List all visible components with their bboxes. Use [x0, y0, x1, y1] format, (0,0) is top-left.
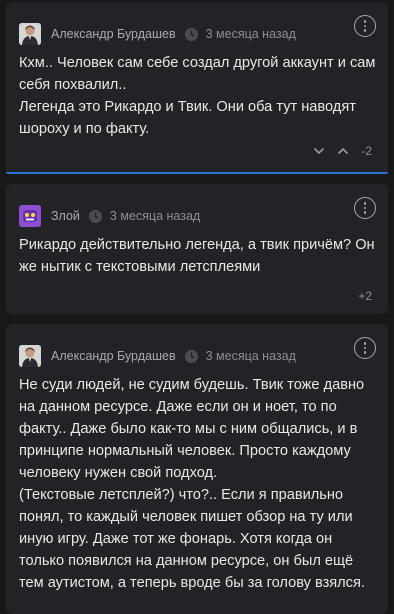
avatar-man-icon	[19, 345, 41, 367]
comment-header: Александр Бурдашев 3 месяца назад	[19, 22, 296, 46]
clock-icon	[184, 27, 198, 41]
comment-time: 3 месяца назад	[205, 27, 296, 41]
kebab-menu-icon[interactable]	[354, 197, 376, 219]
vote-controls: -2	[313, 144, 372, 158]
avatar[interactable]	[19, 345, 41, 367]
comment-card: Александр Бурдашев 3 месяца назад Кхм.. …	[6, 2, 388, 174]
vote-score: -2	[361, 144, 372, 158]
kebab-menu-icon[interactable]	[354, 337, 376, 359]
comment-text: Кхм.. Человек сам себе создал другой акк…	[19, 55, 376, 137]
comment-card: Александр Бурдашев 3 месяца назад Не суд…	[6, 324, 388, 614]
clock-icon	[184, 349, 198, 363]
comment-header: Злой 3 месяца назад	[19, 204, 200, 228]
avatar[interactable]	[19, 23, 41, 45]
avatar-monster-icon	[19, 205, 41, 227]
kebab-menu-icon[interactable]	[354, 15, 376, 37]
chevron-up-icon[interactable]	[337, 147, 349, 155]
comment-card: Злой 3 месяца назад Рикардо действительн…	[6, 184, 388, 314]
comment-time: 3 месяца назад	[109, 209, 201, 223]
vote-controls: +2	[358, 289, 372, 303]
author-name[interactable]: Злой	[51, 209, 80, 223]
author-name[interactable]: Александр Бурдашев	[51, 27, 176, 41]
comment-text: Не суди людей, не судим будешь. Твик тож…	[19, 377, 365, 591]
comment-header: Александр Бурдашев 3 месяца назад	[19, 344, 296, 368]
avatar-man-icon	[19, 23, 41, 45]
author-name[interactable]: Александр Бурдашев	[51, 349, 176, 363]
chevron-down-icon[interactable]	[313, 147, 325, 155]
comment-time: 3 месяца назад	[205, 349, 296, 363]
clock-icon	[88, 209, 102, 223]
avatar[interactable]	[19, 205, 41, 227]
vote-score: +2	[358, 289, 372, 303]
comment-text: Рикардо действительно легенда, а твик пр…	[19, 237, 375, 275]
